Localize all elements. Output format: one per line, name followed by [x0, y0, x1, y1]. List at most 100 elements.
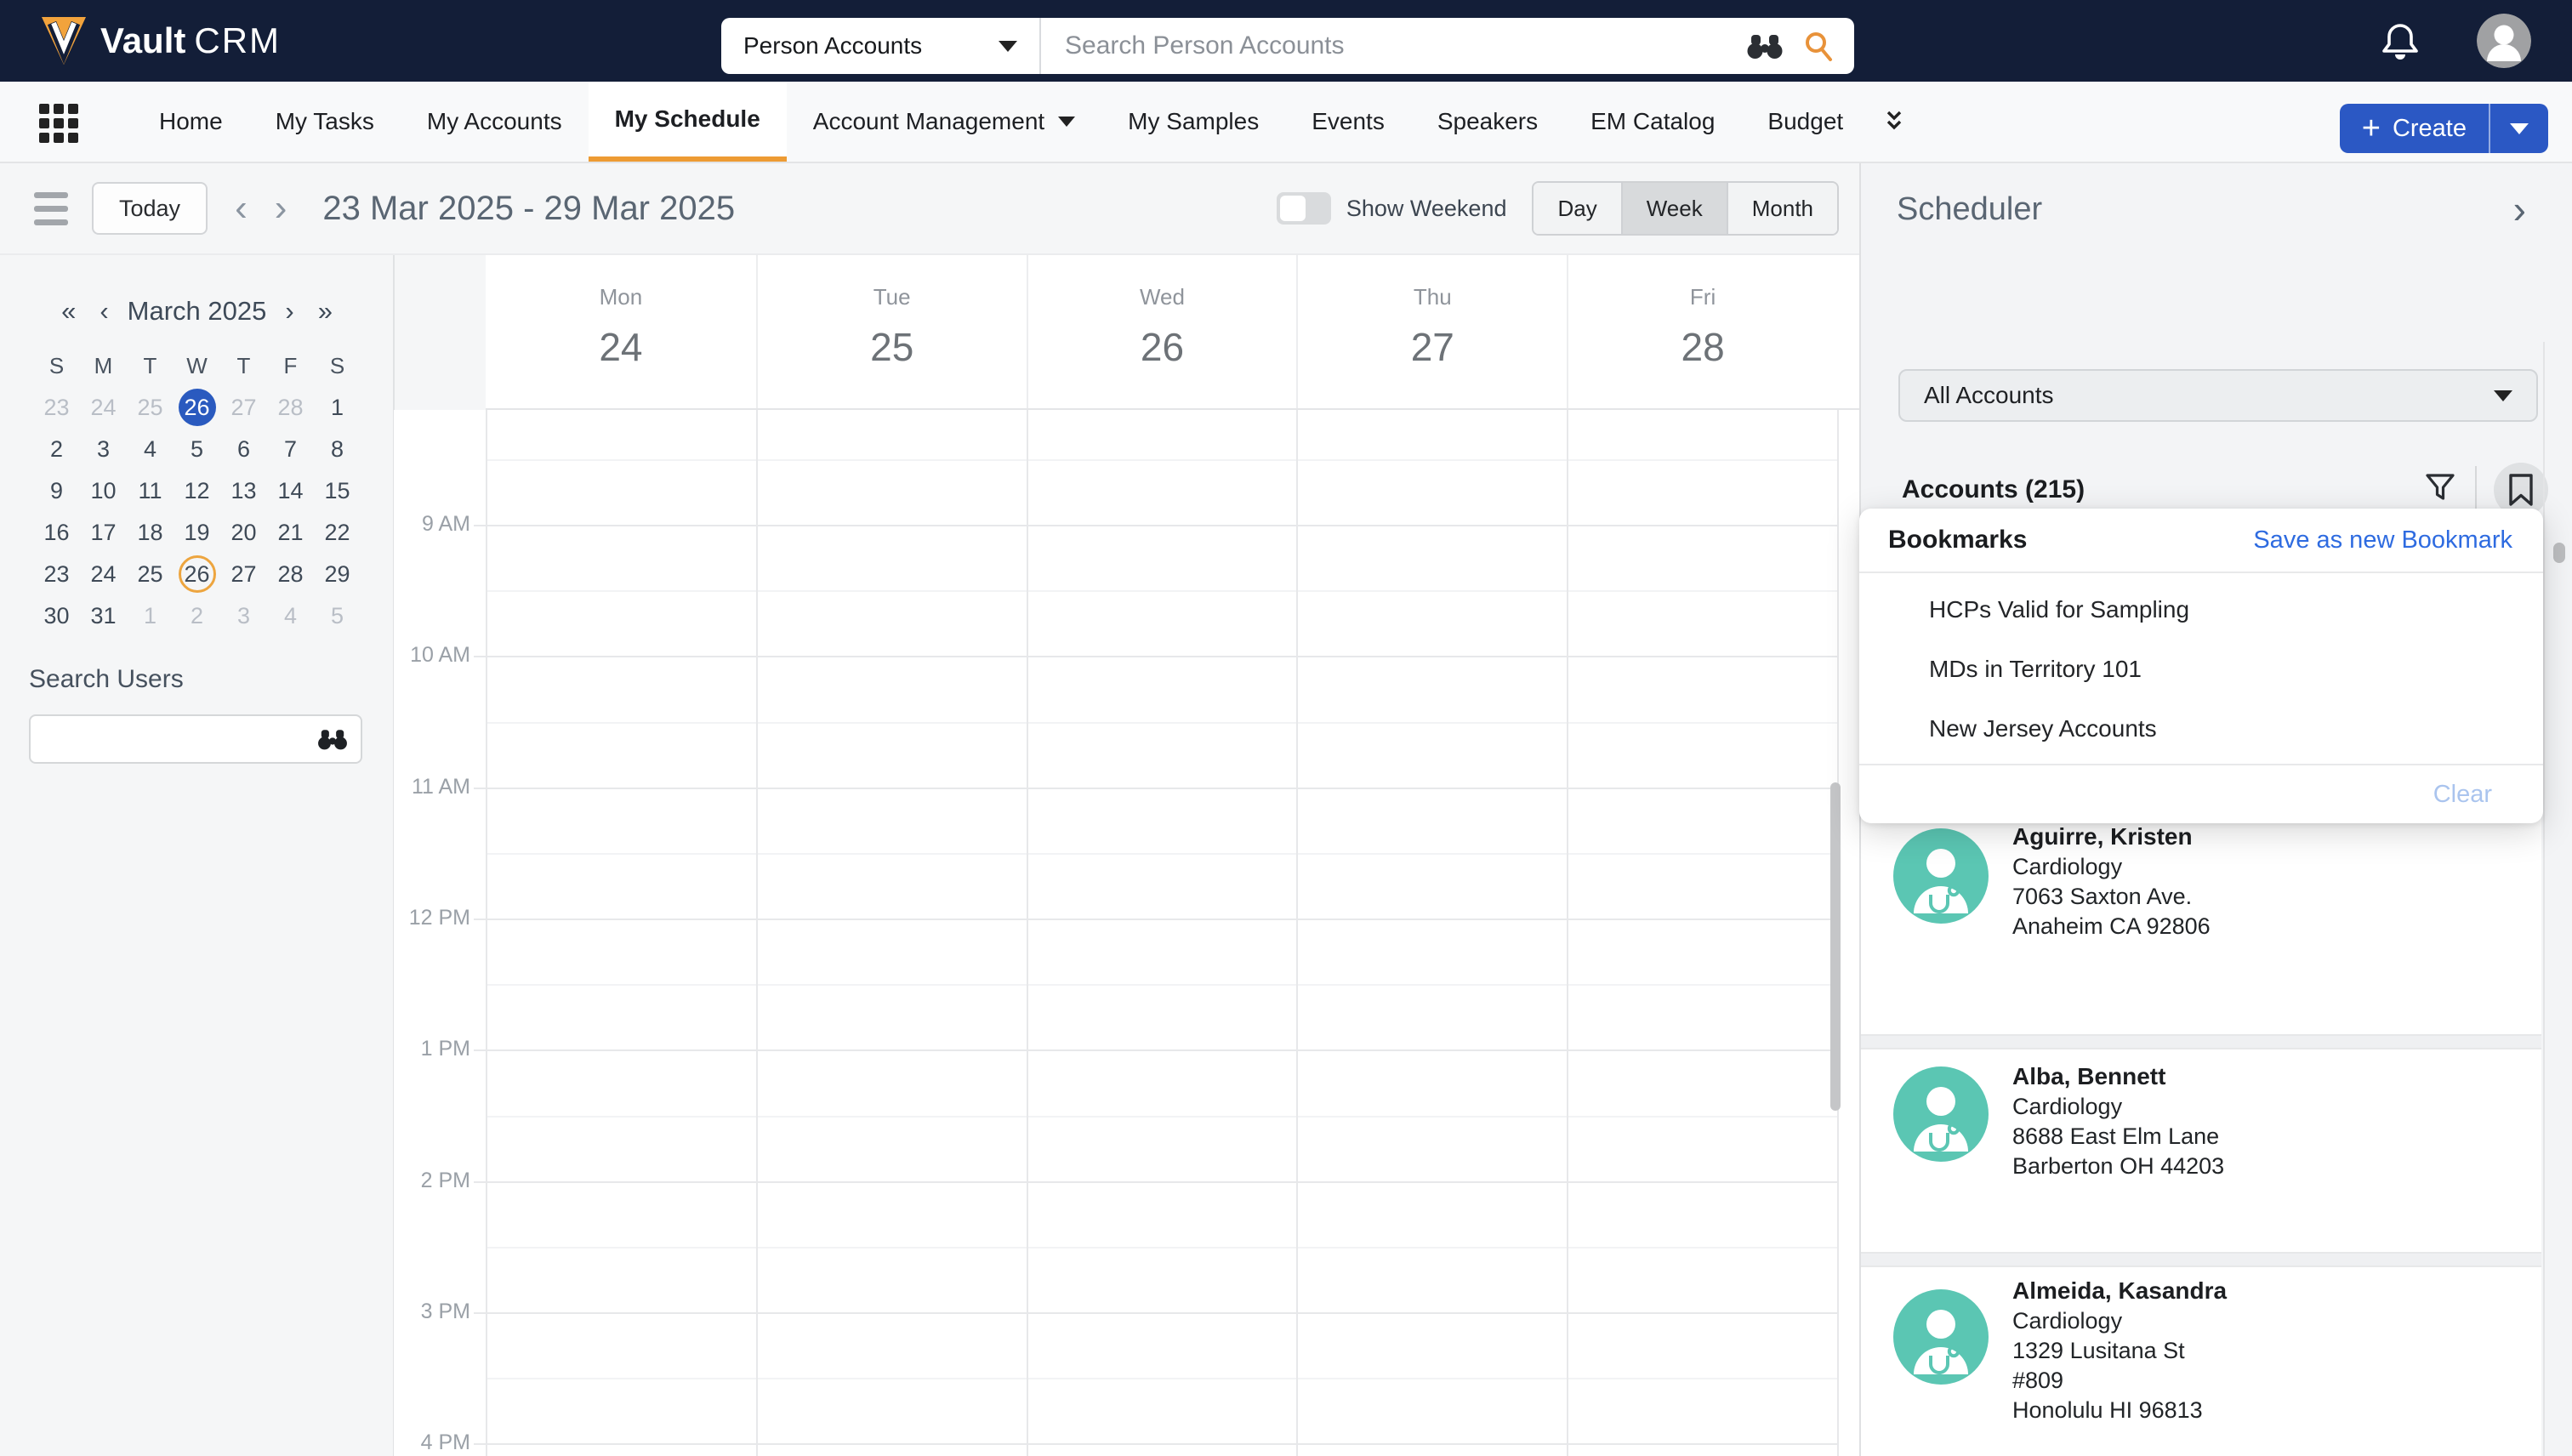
- mini-cal-date[interactable]: 5: [314, 597, 361, 634]
- mini-cal-date[interactable]: 16: [33, 514, 80, 551]
- panel-scrollbar-thumb[interactable]: [2553, 543, 2565, 563]
- nav-item-account-management[interactable]: Account Management: [787, 82, 1101, 162]
- create-dropdown-button[interactable]: [2490, 104, 2548, 153]
- mini-cal-date[interactable]: 4: [127, 430, 174, 468]
- view-month-button[interactable]: Month: [1726, 183, 1837, 234]
- mini-cal-date[interactable]: 27: [220, 389, 267, 426]
- mini-cal-date[interactable]: 24: [80, 389, 127, 426]
- bookmark-item[interactable]: New Jersey Accounts: [1859, 699, 2543, 759]
- half-hour-line: [486, 590, 1837, 593]
- app-launcher-icon[interactable]: [39, 104, 78, 143]
- bookmark-item[interactable]: HCPs Valid for Sampling: [1859, 580, 2543, 640]
- mini-cal-date[interactable]: 5: [174, 430, 220, 468]
- mini-cal-date[interactable]: 14: [267, 472, 314, 509]
- show-weekend-toggle[interactable]: [1276, 192, 1331, 225]
- mini-cal-date[interactable]: 18: [127, 514, 174, 551]
- next-week-button[interactable]: ›: [275, 190, 287, 227]
- nav-item-my-tasks[interactable]: My Tasks: [249, 82, 401, 162]
- notifications-bell-icon[interactable]: [2380, 20, 2421, 67]
- mini-cal-date[interactable]: 6: [220, 430, 267, 468]
- mini-cal-date[interactable]: 19: [174, 514, 220, 551]
- mini-cal-date[interactable]: 29: [314, 555, 361, 593]
- view-week-button[interactable]: Week: [1620, 183, 1727, 234]
- binoculars-icon[interactable]: [1745, 31, 1784, 60]
- prev-week-button[interactable]: ‹: [235, 190, 248, 227]
- mini-cal-date[interactable]: 7: [267, 430, 314, 468]
- save-as-new-bookmark-link[interactable]: Save as new Bookmark: [2253, 526, 2512, 555]
- mini-cal-date[interactable]: 24: [80, 555, 127, 593]
- nav-overflow-chevrons-icon[interactable]: [1881, 82, 1907, 162]
- account-filter-select[interactable]: All Accounts: [1898, 369, 2538, 422]
- nav-item-home[interactable]: Home: [133, 82, 249, 162]
- mini-cal-date[interactable]: 25: [127, 555, 174, 593]
- mini-cal-date[interactable]: 20: [220, 514, 267, 551]
- menu-icon[interactable]: [34, 191, 68, 225]
- collapse-panel-chevron-icon[interactable]: ›: [2513, 186, 2526, 232]
- mini-cal-date[interactable]: 23: [33, 389, 80, 426]
- calendar-scrollbar-thumb[interactable]: [1830, 782, 1841, 1111]
- mini-cal-date[interactable]: 11: [127, 472, 174, 509]
- view-day-button[interactable]: Day: [1534, 183, 1621, 234]
- global-search-input[interactable]: [1041, 18, 1745, 74]
- day-column-header-thu[interactable]: Thu 27: [1296, 255, 1567, 408]
- mini-cal-date[interactable]: 27: [220, 555, 267, 593]
- prev-year-button[interactable]: «: [49, 296, 88, 327]
- mini-cal-date[interactable]: 22: [314, 514, 361, 551]
- user-avatar[interactable]: [2477, 14, 2531, 68]
- mini-cal-date[interactable]: 2: [174, 597, 220, 634]
- mini-cal-date[interactable]: 25: [127, 389, 174, 426]
- mini-cal-date[interactable]: 1: [127, 597, 174, 634]
- mini-cal-date[interactable]: 12: [174, 472, 220, 509]
- bookmark-item[interactable]: MDs in Territory 101: [1859, 640, 2543, 699]
- mini-cal-date[interactable]: 26: [174, 389, 220, 426]
- mini-cal-date[interactable]: 2: [33, 430, 80, 468]
- day-column-header-tue[interactable]: Tue 25: [755, 255, 1027, 408]
- mini-cal-date[interactable]: 3: [80, 430, 127, 468]
- mini-cal-date[interactable]: 26: [174, 555, 220, 593]
- day-column-header-mon[interactable]: Mon 24: [486, 255, 756, 408]
- search-users-input[interactable]: [31, 716, 361, 762]
- nav-item-my-schedule[interactable]: My Schedule: [588, 82, 787, 162]
- mini-cal-date[interactable]: 28: [267, 389, 314, 426]
- mini-cal-date[interactable]: 21: [267, 514, 314, 551]
- create-button[interactable]: + Create: [2340, 104, 2489, 153]
- mini-cal-date[interactable]: 15: [314, 472, 361, 509]
- calendar-grid[interactable]: 9 AM 10 AM 11 AM 12 PM 1 PM 2 PM 3 PM 4 PM: [394, 410, 1859, 1456]
- binoculars-icon[interactable]: [316, 726, 349, 756]
- today-button[interactable]: Today: [92, 182, 208, 235]
- mini-cal-date[interactable]: 31: [80, 597, 127, 634]
- nav-item-my-samples[interactable]: My Samples: [1101, 82, 1285, 162]
- nav-item-budget[interactable]: Budget: [1741, 82, 1869, 162]
- mini-cal-date[interactable]: 10: [80, 472, 127, 509]
- nav-item-em-catalog[interactable]: EM Catalog: [1564, 82, 1741, 162]
- account-card[interactable]: Aguirre, Kristen Cardiology 7063 Saxton Av…: [1861, 793, 2541, 1036]
- next-year-button[interactable]: »: [306, 296, 344, 327]
- account-card[interactable]: Almeida, Kasandra Cardiology 1329 Lusitana…: [1861, 1265, 2541, 1456]
- account-address-line: #809: [2012, 1368, 2064, 1393]
- nav-item-events[interactable]: Events: [1285, 82, 1411, 162]
- mini-cal-date[interactable]: 3: [220, 597, 267, 634]
- account-card[interactable]: Alba, Bennett Cardiology 8688 East Elm Lan…: [1861, 1048, 2541, 1254]
- clear-bookmark-button[interactable]: Clear: [2433, 781, 2492, 809]
- search-icon[interactable]: [1801, 29, 1835, 63]
- mini-cal-date[interactable]: 30: [33, 597, 80, 634]
- prev-month-button[interactable]: ‹: [88, 296, 120, 327]
- vault-crm-logo[interactable]: Vault CRM: [39, 15, 281, 66]
- mini-cal-date[interactable]: 13: [220, 472, 267, 509]
- mini-cal-date[interactable]: 28: [267, 555, 314, 593]
- day-column-header-fri[interactable]: Fri 28: [1567, 255, 1837, 408]
- day-column-header-wed[interactable]: Wed 26: [1026, 255, 1297, 408]
- filter-icon[interactable]: [2422, 470, 2458, 510]
- search-scope-select[interactable]: Person Accounts: [721, 18, 1041, 74]
- mini-cal-date[interactable]: 1: [314, 389, 361, 426]
- nav-item-my-accounts[interactable]: My Accounts: [401, 82, 589, 162]
- mini-cal-date[interactable]: 9: [33, 472, 80, 509]
- mini-cal-date[interactable]: 17: [80, 514, 127, 551]
- nav-item-speakers[interactable]: Speakers: [1411, 82, 1564, 162]
- mini-cal-date-label: 12: [184, 478, 210, 503]
- next-month-button[interactable]: ›: [273, 296, 305, 327]
- mini-cal-date-label: 7: [283, 436, 298, 462]
- mini-cal-date[interactable]: 4: [267, 597, 314, 634]
- mini-cal-date[interactable]: 8: [314, 430, 361, 468]
- mini-cal-date[interactable]: 23: [33, 555, 80, 593]
